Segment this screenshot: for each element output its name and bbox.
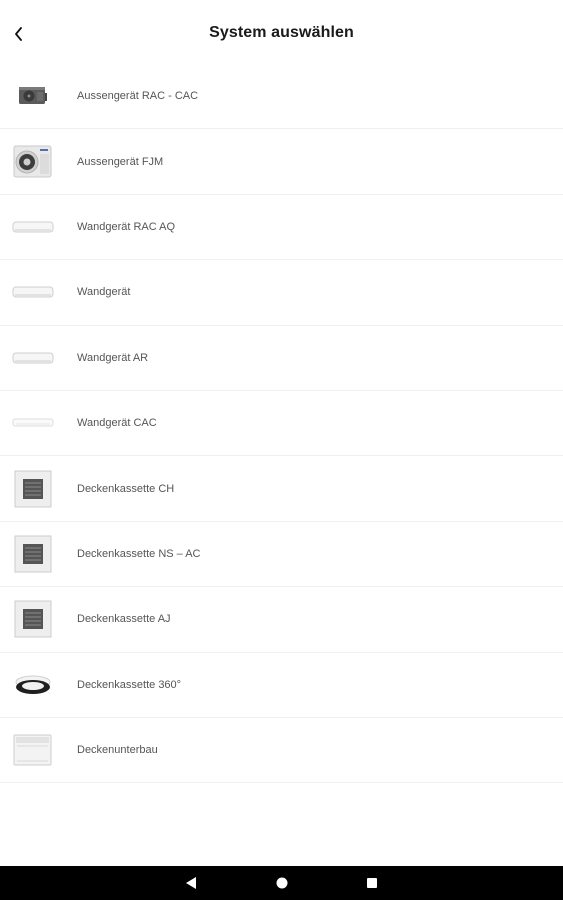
outdoor-unit-small-icon xyxy=(12,76,54,116)
wall-unit-slim-icon xyxy=(12,403,54,443)
list-item-ceiling-underbody[interactable]: Deckenunterbau xyxy=(0,718,563,784)
round-cassette-icon xyxy=(12,665,54,705)
list-item-cassette-ns-ac[interactable]: Deckenkassette NS – AC xyxy=(0,522,563,588)
list-item-label: Deckenkassette NS – AC xyxy=(77,547,201,560)
list-item-cassette-ch[interactable]: Deckenkassette CH xyxy=(0,456,563,522)
list-item-wall[interactable]: Wandgerät xyxy=(0,260,563,326)
ceiling-cassette-icon xyxy=(12,469,54,509)
list-item-wall-ar[interactable]: Wandgerät AR xyxy=(0,326,563,391)
list-item-cassette-360[interactable]: Deckenkassette 360° xyxy=(0,653,563,718)
list-item-outdoor-fjm[interactable]: Aussengerät FJM xyxy=(0,129,563,195)
list-item-label: Deckenunterbau xyxy=(77,744,158,757)
list-item-label: Wandgerät AR xyxy=(77,351,149,364)
floor-ceiling-unit-icon xyxy=(12,730,54,770)
wall-unit-icon xyxy=(12,338,54,378)
screen: System auswählen Aussengerät RAC - CAC A… xyxy=(0,0,563,900)
android-navigation-bar xyxy=(0,866,563,900)
system-list: Aussengerät RAC - CAC Aussengerät FJM Wa… xyxy=(0,64,563,784)
list-item-label: Wandgerät xyxy=(77,286,131,299)
list-item-label: Aussengerät RAC - CAC xyxy=(77,90,199,103)
triangle-back-icon[interactable] xyxy=(186,877,196,889)
list-item-cassette-aj[interactable]: Deckenkassette AJ xyxy=(0,587,563,653)
page-title: System auswählen xyxy=(209,24,354,41)
square-recent-icon[interactable] xyxy=(367,878,377,888)
list-item-label: Deckenkassette 360° xyxy=(77,678,182,691)
outdoor-unit-fan-icon xyxy=(12,142,54,182)
list-item-label: Wandgerät RAC AQ xyxy=(77,220,176,233)
wall-unit-icon xyxy=(12,272,54,312)
ceiling-cassette-icon xyxy=(12,599,54,639)
list-item-label: Deckenkassette CH xyxy=(77,482,175,495)
list-item-wall-rac-aq[interactable]: Wandgerät RAC AQ xyxy=(0,195,563,261)
list-item-outdoor-rac-cac[interactable]: Aussengerät RAC - CAC xyxy=(0,64,563,130)
list-item-label: Deckenkassette AJ xyxy=(77,613,171,626)
list-item-label: Aussengerät FJM xyxy=(77,155,164,168)
list-item-label: Wandgerät CAC xyxy=(77,417,157,430)
wall-unit-icon xyxy=(12,207,54,247)
ceiling-cassette-icon xyxy=(12,534,54,574)
circle-home-icon[interactable] xyxy=(276,877,288,889)
header: System auswählen xyxy=(0,0,563,64)
list-item-wall-cac[interactable]: Wandgerät CAC xyxy=(0,391,563,457)
